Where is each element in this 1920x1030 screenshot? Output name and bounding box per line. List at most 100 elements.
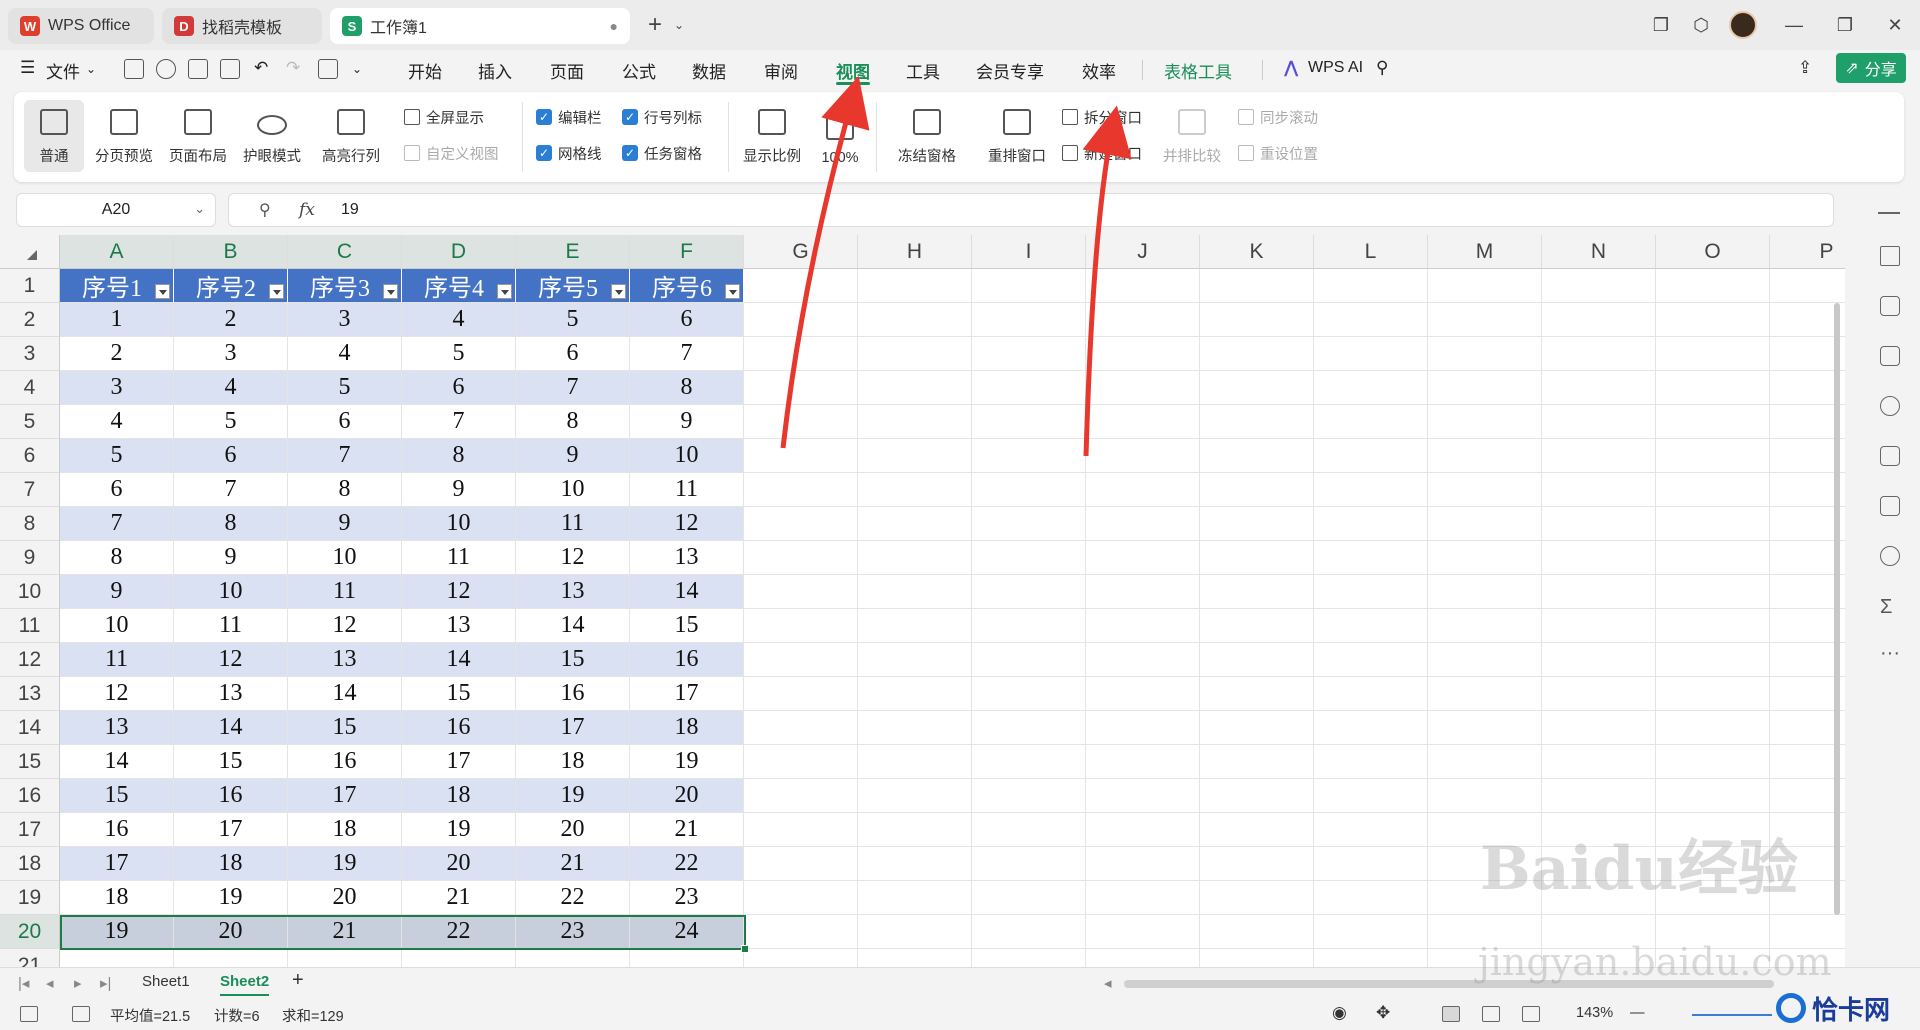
- empty-cell[interactable]: [1542, 303, 1656, 337]
- empty-cell[interactable]: [1656, 439, 1770, 473]
- menu-wps-ai[interactable]: WPS AI: [1308, 59, 1363, 77]
- empty-cell[interactable]: [858, 745, 972, 779]
- table-cell[interactable]: 21: [402, 881, 516, 915]
- empty-cell[interactable]: [972, 371, 1086, 405]
- empty-cell[interactable]: [1542, 269, 1656, 303]
- empty-cell[interactable]: [858, 677, 972, 711]
- empty-cell[interactable]: [1542, 371, 1656, 405]
- table-cell[interactable]: 13: [402, 609, 516, 643]
- table-cell[interactable]: 18: [402, 779, 516, 813]
- table-cell[interactable]: 8: [288, 473, 402, 507]
- empty-cell[interactable]: [858, 405, 972, 439]
- empty-cell[interactable]: [1656, 575, 1770, 609]
- empty-cell[interactable]: [1086, 915, 1200, 949]
- table-cell[interactable]: 16: [60, 813, 174, 847]
- table-cell[interactable]: 2: [60, 337, 174, 371]
- table-cell[interactable]: 4: [402, 303, 516, 337]
- empty-cell[interactable]: [1542, 847, 1656, 881]
- menu-efficiency[interactable]: 效率: [1082, 58, 1116, 83]
- table-cell[interactable]: 23: [630, 881, 744, 915]
- empty-cell[interactable]: [1200, 643, 1314, 677]
- quick-access-chevron-icon[interactable]: ⌄: [352, 62, 362, 76]
- table-header-cell[interactable]: 序号6: [630, 269, 744, 303]
- table-cell[interactable]: 11: [402, 541, 516, 575]
- table-cell[interactable]: 15: [60, 779, 174, 813]
- empty-cell[interactable]: [1314, 609, 1428, 643]
- column-header-b[interactable]: B: [174, 235, 288, 269]
- table-cell[interactable]: 4: [60, 405, 174, 439]
- table-cell[interactable]: 11: [288, 575, 402, 609]
- transform-icon[interactable]: [1880, 346, 1900, 366]
- empty-cell[interactable]: [174, 949, 288, 967]
- properties-icon[interactable]: [1880, 296, 1900, 316]
- macro-icon[interactable]: [20, 1006, 38, 1022]
- horizontal-scrollbar[interactable]: [1124, 980, 1774, 988]
- select-cursor-icon[interactable]: [1880, 246, 1900, 266]
- empty-cell[interactable]: [516, 949, 630, 967]
- table-cell[interactable]: 13: [630, 541, 744, 575]
- formula-zoom-icon[interactable]: ⚲: [259, 200, 271, 220]
- empty-cell[interactable]: [1314, 677, 1428, 711]
- column-header-j[interactable]: J: [1086, 235, 1200, 269]
- empty-cell[interactable]: [1086, 269, 1200, 303]
- side-by-side-button[interactable]: 并排比较: [1156, 100, 1228, 172]
- empty-cell[interactable]: [1428, 269, 1542, 303]
- empty-cell[interactable]: [858, 473, 972, 507]
- table-cell[interactable]: 6: [630, 303, 744, 337]
- empty-cell[interactable]: [744, 813, 858, 847]
- empty-cell[interactable]: [1656, 507, 1770, 541]
- empty-cell[interactable]: [858, 711, 972, 745]
- prev-sheet-icon[interactable]: ◂: [46, 974, 54, 992]
- empty-cell[interactable]: [1542, 779, 1656, 813]
- empty-cell[interactable]: [1086, 779, 1200, 813]
- empty-cell[interactable]: [1086, 473, 1200, 507]
- file-menu[interactable]: 文件: [46, 58, 80, 83]
- empty-cell[interactable]: [60, 949, 174, 967]
- empty-cell[interactable]: [1314, 915, 1428, 949]
- table-cell[interactable]: 9: [174, 541, 288, 575]
- menu-data[interactable]: 数据: [692, 58, 726, 83]
- eye-protection-button[interactable]: 护眼模式: [236, 100, 308, 172]
- normal-view-icon[interactable]: [1442, 1006, 1460, 1022]
- empty-cell[interactable]: [1200, 541, 1314, 575]
- empty-cell[interactable]: [1656, 915, 1770, 949]
- table-cell[interactable]: 2: [174, 303, 288, 337]
- table-cell[interactable]: 6: [288, 405, 402, 439]
- table-cell[interactable]: 14: [174, 711, 288, 745]
- table-header-cell[interactable]: 序号4: [402, 269, 516, 303]
- table-cell[interactable]: 12: [630, 507, 744, 541]
- empty-cell[interactable]: [1542, 745, 1656, 779]
- table-cell[interactable]: 7: [516, 371, 630, 405]
- unsaved-dot-icon[interactable]: ●: [610, 18, 618, 34]
- task-pane-checkbox[interactable]: ✓ 任务窗格: [622, 142, 702, 164]
- empty-cell[interactable]: [1656, 677, 1770, 711]
- document-check-icon[interactable]: [72, 1006, 90, 1022]
- empty-cell[interactable]: [1542, 473, 1656, 507]
- menu-member[interactable]: 会员专享: [976, 58, 1044, 83]
- empty-cell[interactable]: [1314, 269, 1428, 303]
- menu-review[interactable]: 审阅: [764, 58, 798, 83]
- minimize-icon[interactable]: —: [1779, 10, 1809, 40]
- row-header-21[interactable]: 21: [0, 949, 60, 967]
- view-normal-button[interactable]: 普通: [24, 100, 84, 172]
- empty-cell[interactable]: [972, 915, 1086, 949]
- avatar[interactable]: [1728, 10, 1758, 40]
- table-cell[interactable]: 22: [630, 847, 744, 881]
- table-cell[interactable]: 9: [402, 473, 516, 507]
- empty-cell[interactable]: [858, 371, 972, 405]
- table-cell[interactable]: 11: [60, 643, 174, 677]
- formula-bar-checkbox[interactable]: ✓ 编辑栏: [536, 106, 602, 128]
- split-window-button[interactable]: 拆分窗口: [1062, 106, 1142, 128]
- empty-cell[interactable]: [972, 575, 1086, 609]
- empty-cell[interactable]: [1542, 915, 1656, 949]
- empty-cell[interactable]: [1086, 303, 1200, 337]
- gridlines-checkbox[interactable]: ✓ 网格线: [536, 142, 602, 164]
- sheet-tab-sheet2[interactable]: Sheet2: [220, 973, 270, 996]
- table-cell[interactable]: 5: [516, 303, 630, 337]
- row-header-7[interactable]: 7: [0, 473, 60, 507]
- table-header-cell[interactable]: 序号5: [516, 269, 630, 303]
- name-box-chevron-icon[interactable]: ⌄: [194, 201, 205, 217]
- export-icon[interactable]: [318, 59, 338, 79]
- table-cell[interactable]: 10: [516, 473, 630, 507]
- empty-cell[interactable]: [1428, 439, 1542, 473]
